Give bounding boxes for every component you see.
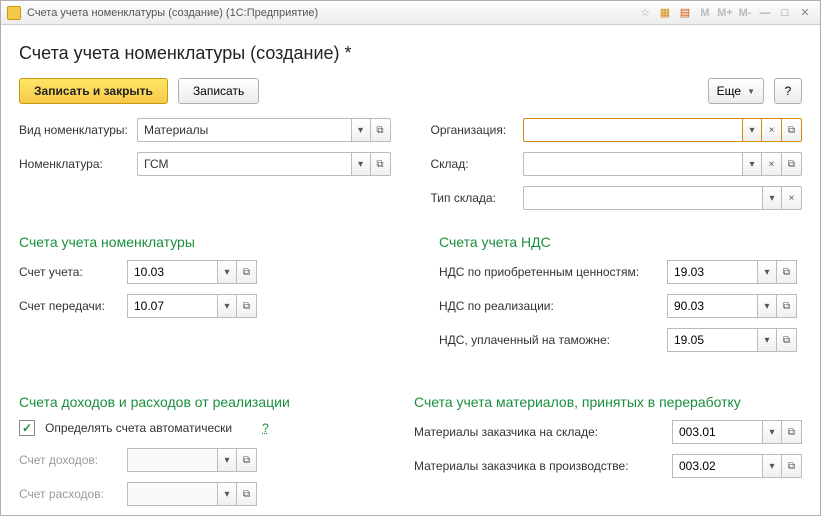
nom-label: Номенклатура: xyxy=(19,157,137,171)
m-minus-button[interactable]: M- xyxy=(736,5,754,21)
dropdown-icon[interactable]: ▾ xyxy=(217,294,237,318)
app-icon xyxy=(7,6,21,20)
open-icon: ⧉ xyxy=(237,482,257,506)
open-icon[interactable]: ⧉ xyxy=(777,294,797,318)
nom-field[interactable]: ▾ ⧉ xyxy=(137,152,391,176)
sklad-field[interactable]: ▾ × ⧉ xyxy=(523,152,803,176)
income-field: ▾ ⧉ xyxy=(127,448,257,472)
expense-label: Счет расходов: xyxy=(19,487,119,501)
expense-input xyxy=(127,482,217,506)
open-icon: ⧉ xyxy=(237,448,257,472)
transfer-input[interactable] xyxy=(127,294,217,318)
open-icon[interactable]: ⧉ xyxy=(237,260,257,284)
vat-sales-label: НДС по реализации: xyxy=(439,299,659,313)
save-button[interactable]: Записать xyxy=(178,78,259,104)
more-label: Еще xyxy=(717,84,741,98)
open-icon[interactable]: ⧉ xyxy=(782,454,802,478)
vid-field[interactable]: ▾ ⧉ xyxy=(137,118,391,142)
mat-prod-input[interactable] xyxy=(672,454,762,478)
open-icon[interactable]: ⧉ xyxy=(777,328,797,352)
account-label: Счет учета: xyxy=(19,265,119,279)
section-income-title: Счета доходов и расходов от реализации xyxy=(19,394,374,410)
account-input[interactable] xyxy=(127,260,217,284)
vat-customs-field[interactable]: ▾ ⧉ xyxy=(667,328,797,352)
open-icon[interactable]: ⧉ xyxy=(782,152,802,176)
clear-icon[interactable]: × xyxy=(762,152,782,176)
vat-sales-input[interactable] xyxy=(667,294,757,318)
page-title: Счета учета номенклатуры (создание) * xyxy=(19,43,802,64)
dropdown-icon[interactable]: ▾ xyxy=(742,152,762,176)
more-button[interactable]: Еще ▼ xyxy=(708,78,764,104)
org-field[interactable]: ▾ × ⧉ xyxy=(523,118,803,142)
open-icon[interactable]: ⧉ xyxy=(237,294,257,318)
vat-purch-input[interactable] xyxy=(667,260,757,284)
dropdown-icon[interactable]: ▾ xyxy=(742,118,762,142)
sklad-label: Склад: xyxy=(431,157,523,171)
auto-help-link[interactable]: ? xyxy=(262,421,269,435)
dropdown-icon[interactable]: ▾ xyxy=(757,328,777,352)
dropdown-icon[interactable]: ▾ xyxy=(757,294,777,318)
favorite-icon[interactable]: ☆ xyxy=(636,5,654,21)
toolbar: Записать и закрыть Записать Еще ▼ ? xyxy=(19,78,802,104)
section-accounts-title: Счета учета номенклатуры xyxy=(19,234,399,250)
account-field[interactable]: ▾ ⧉ xyxy=(127,260,257,284)
mat-prod-label: Материалы заказчика в производстве: xyxy=(414,459,664,473)
dropdown-icon[interactable]: ▾ xyxy=(762,186,782,210)
vat-customs-label: НДС, уплаченный на таможне: xyxy=(439,333,659,347)
open-icon[interactable]: ⧉ xyxy=(777,260,797,284)
open-icon[interactable]: ⧉ xyxy=(782,420,802,444)
m-button[interactable]: M xyxy=(696,5,714,21)
vid-label: Вид номенклатуры: xyxy=(19,123,137,137)
vat-sales-field[interactable]: ▾ ⧉ xyxy=(667,294,797,318)
open-icon[interactable]: ⧉ xyxy=(782,118,802,142)
dropdown-icon[interactable]: ▾ xyxy=(762,420,782,444)
vat-purch-field[interactable]: ▾ ⧉ xyxy=(667,260,797,284)
calculator-icon[interactable]: ▦ xyxy=(656,5,674,21)
transfer-field[interactable]: ▾ ⧉ xyxy=(127,294,257,318)
mat-stock-field[interactable]: ▾ ⧉ xyxy=(672,420,802,444)
clear-icon[interactable]: × xyxy=(762,118,782,142)
dropdown-icon: ▾ xyxy=(217,482,237,506)
sklad-input[interactable] xyxy=(523,152,743,176)
auto-checkbox[interactable]: ✓ xyxy=(19,420,35,436)
expense-field: ▾ ⧉ xyxy=(127,482,257,506)
help-button[interactable]: ? xyxy=(774,78,802,104)
close-icon[interactable]: ✕ xyxy=(796,5,814,21)
income-label: Счет доходов: xyxy=(19,453,119,467)
nom-input[interactable] xyxy=(137,152,351,176)
chevron-down-icon: ▼ xyxy=(747,87,755,96)
open-icon[interactable]: ⧉ xyxy=(371,118,391,142)
tip-field[interactable]: ▾ × xyxy=(523,186,803,210)
org-label: Организация: xyxy=(431,123,523,137)
vat-purch-label: НДС по приобретенным ценностям: xyxy=(439,265,659,279)
dropdown-icon[interactable]: ▾ xyxy=(351,118,371,142)
vid-input[interactable] xyxy=(137,118,351,142)
mat-stock-input[interactable] xyxy=(672,420,762,444)
titlebar: Счета учета номенклатуры (создание) (1С:… xyxy=(1,1,820,25)
vat-customs-input[interactable] xyxy=(667,328,757,352)
maximize-icon[interactable]: □ xyxy=(776,5,794,21)
income-input xyxy=(127,448,217,472)
auto-label: Определять счета автоматически xyxy=(45,421,232,435)
minimize-icon[interactable]: — xyxy=(756,5,774,21)
section-vat-title: Счета учета НДС xyxy=(439,234,802,250)
dropdown-icon: ▾ xyxy=(217,448,237,472)
org-input[interactable] xyxy=(523,118,743,142)
dropdown-icon[interactable]: ▾ xyxy=(351,152,371,176)
calendar-icon[interactable]: ▤ xyxy=(676,5,694,21)
clear-icon[interactable]: × xyxy=(782,186,802,210)
dropdown-icon[interactable]: ▾ xyxy=(762,454,782,478)
dropdown-icon[interactable]: ▾ xyxy=(757,260,777,284)
mat-prod-field[interactable]: ▾ ⧉ xyxy=(672,454,802,478)
tip-input[interactable] xyxy=(523,186,763,210)
open-icon[interactable]: ⧉ xyxy=(371,152,391,176)
save-and-close-button[interactable]: Записать и закрыть xyxy=(19,78,168,104)
tip-label: Тип склада: xyxy=(431,191,523,205)
dropdown-icon[interactable]: ▾ xyxy=(217,260,237,284)
m-plus-button[interactable]: M+ xyxy=(716,5,734,21)
section-materials-title: Счета учета материалов, принятых в перер… xyxy=(414,394,802,410)
transfer-label: Счет передачи: xyxy=(19,299,119,313)
mat-stock-label: Материалы заказчика на складе: xyxy=(414,425,664,439)
window-title: Счета учета номенклатуры (создание) (1С:… xyxy=(27,7,318,19)
